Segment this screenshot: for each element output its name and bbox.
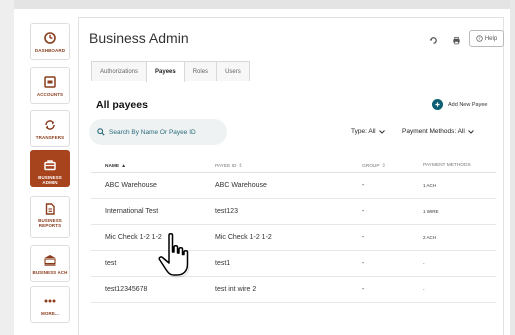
chevron-down-icon	[378, 129, 385, 134]
tab-bar: Authorizations Payees Roles Users	[91, 61, 250, 82]
sidebar-item-dashboard[interactable]: DASHBOARD	[30, 23, 70, 60]
table-row[interactable]: ABC Warehouse ABC Warehouse - 1 ACH	[91, 173, 496, 199]
sidebar-item-business-admin[interactable]: BUSINESS ADMIN	[30, 150, 70, 187]
sidebar-item-transfers[interactable]: TRANSFERS	[30, 110, 70, 147]
payee-payment-methods: 1 ACH	[423, 183, 437, 188]
dashboard-icon	[44, 32, 56, 44]
column-header-name[interactable]: NAME ▲	[91, 163, 215, 169]
payee-name: test12345678	[105, 286, 148, 293]
accounts-icon	[44, 76, 56, 88]
payee-name: ABC Warehouse	[105, 182, 157, 189]
payee-name: Mic Check 1-2 1-2	[105, 234, 162, 241]
sidebar-item-label: BUSINESS ADMIN	[38, 175, 62, 185]
svg-text:?: ?	[478, 36, 480, 41]
table-header: NAME ▲ PAYEE ID ⇕ GROUP ⇕ PAYMENT METHODS	[91, 159, 496, 173]
payee-group: -	[362, 260, 365, 267]
payment-methods-filter-label: Payment Methods: All	[402, 128, 465, 135]
sidebar-item-label: DASHBOARD	[34, 48, 66, 53]
payee-group: -	[362, 234, 365, 241]
payee-id: test int wire 2	[215, 286, 257, 293]
search-placeholder: Search By Name Or Payee ID	[109, 128, 196, 136]
payees-table: NAME ▲ PAYEE ID ⇕ GROUP ⇕ PAYMENT METHODS A…	[91, 159, 496, 303]
payment-methods-filter-dropdown[interactable]: Payment Methods: All	[402, 128, 474, 135]
plus-icon	[432, 99, 443, 110]
help-label: Help	[484, 35, 498, 42]
payee-payment-methods: -	[423, 261, 425, 266]
payee-payment-methods: 2 ACH	[423, 235, 437, 240]
column-header-group[interactable]: GROUP ⇕	[350, 163, 423, 169]
tab-users[interactable]: Users	[216, 61, 250, 81]
print-icon[interactable]	[452, 36, 461, 45]
search-input[interactable]: Search By Name Or Payee ID	[89, 119, 227, 145]
sidebar-item-label: ACCOUNTS	[36, 92, 64, 97]
tab-authorizations[interactable]: Authorizations	[91, 61, 148, 81]
payee-name: test	[105, 260, 117, 267]
table-row[interactable]: International Test test123 - 1 WIRE	[91, 199, 496, 225]
more-icon	[44, 299, 56, 303]
column-header-payment-methods: PAYMENT METHODS	[423, 163, 471, 168]
payee-group: -	[362, 182, 365, 189]
column-header-payee-id[interactable]: PAYEE ID ⇕	[215, 163, 350, 169]
tab-payees[interactable]: Payees	[146, 61, 185, 82]
report-icon	[45, 203, 55, 215]
transfers-icon	[45, 120, 55, 130]
sidebar-item-accounts[interactable]: ACCOUNTS	[30, 67, 70, 104]
sidebar-item-business-reports[interactable]: BUSINESS REPORTS	[30, 196, 70, 238]
type-filter-dropdown[interactable]: Type: All	[351, 128, 385, 135]
refresh-icon[interactable]	[429, 36, 438, 45]
sidebar-item-business-ach[interactable]: BUSINESS ACH	[30, 245, 70, 282]
section-title: All payees	[96, 99, 148, 111]
sort-arrows-icon: ⇕	[381, 162, 386, 169]
help-circle-icon: ?	[476, 35, 483, 42]
payee-id: Mic Check 1-2 1-2	[215, 234, 272, 241]
window-frame-right	[510, 0, 515, 335]
table-row[interactable]: test12345678 test int wire 2 - -	[91, 277, 496, 303]
window-frame-left	[0, 0, 14, 335]
payee-group: -	[362, 208, 365, 215]
main-panel: Business Admin ? Help Authorizations Pay…	[78, 17, 504, 335]
search-icon	[97, 128, 105, 136]
table-row[interactable]: Mic Check 1-2 1-2 Mic Check 1-2 1-2 - 2 …	[91, 225, 496, 251]
sidebar-item-more[interactable]: MORE...	[30, 286, 70, 323]
type-filter-label: Type: All	[351, 128, 376, 135]
bank-ach-icon	[44, 255, 56, 266]
payee-name: International Test	[105, 208, 159, 215]
sidebar-nav: DASHBOARD ACCOUNTS TRANSFERS BUSINESS AD…	[14, 9, 76, 335]
payee-group: -	[362, 286, 365, 293]
sort-arrow-icon: ▲	[121, 162, 127, 169]
help-button[interactable]: ? Help	[469, 30, 504, 47]
payee-id: test1	[215, 260, 231, 267]
payee-id: ABC Warehouse	[215, 182, 267, 189]
payee-id: test123	[215, 208, 238, 215]
page-title: Business Admin	[89, 30, 189, 46]
add-new-payee-button[interactable]: Add New Payee	[432, 99, 487, 110]
sidebar-item-label: MORE...	[41, 311, 59, 316]
payee-payment-methods: 1 WIRE	[423, 209, 439, 214]
sidebar-item-label: BUSINESS ACH	[32, 270, 68, 275]
table-row[interactable]: test test1 - -	[91, 251, 496, 277]
tab-roles[interactable]: Roles	[183, 61, 218, 81]
hand-pointer-cursor-icon	[158, 232, 190, 278]
add-new-payee-label: Add New Payee	[448, 101, 488, 108]
sidebar-item-label: BUSINESS REPORTS	[38, 218, 62, 228]
sort-arrows-icon: ⇕	[238, 162, 243, 169]
briefcase-icon	[44, 160, 56, 171]
payee-payment-methods: -	[423, 287, 425, 292]
sidebar-item-label: TRANSFERS	[35, 135, 65, 140]
window-frame-top	[0, 0, 515, 9]
chevron-down-icon	[468, 129, 474, 134]
